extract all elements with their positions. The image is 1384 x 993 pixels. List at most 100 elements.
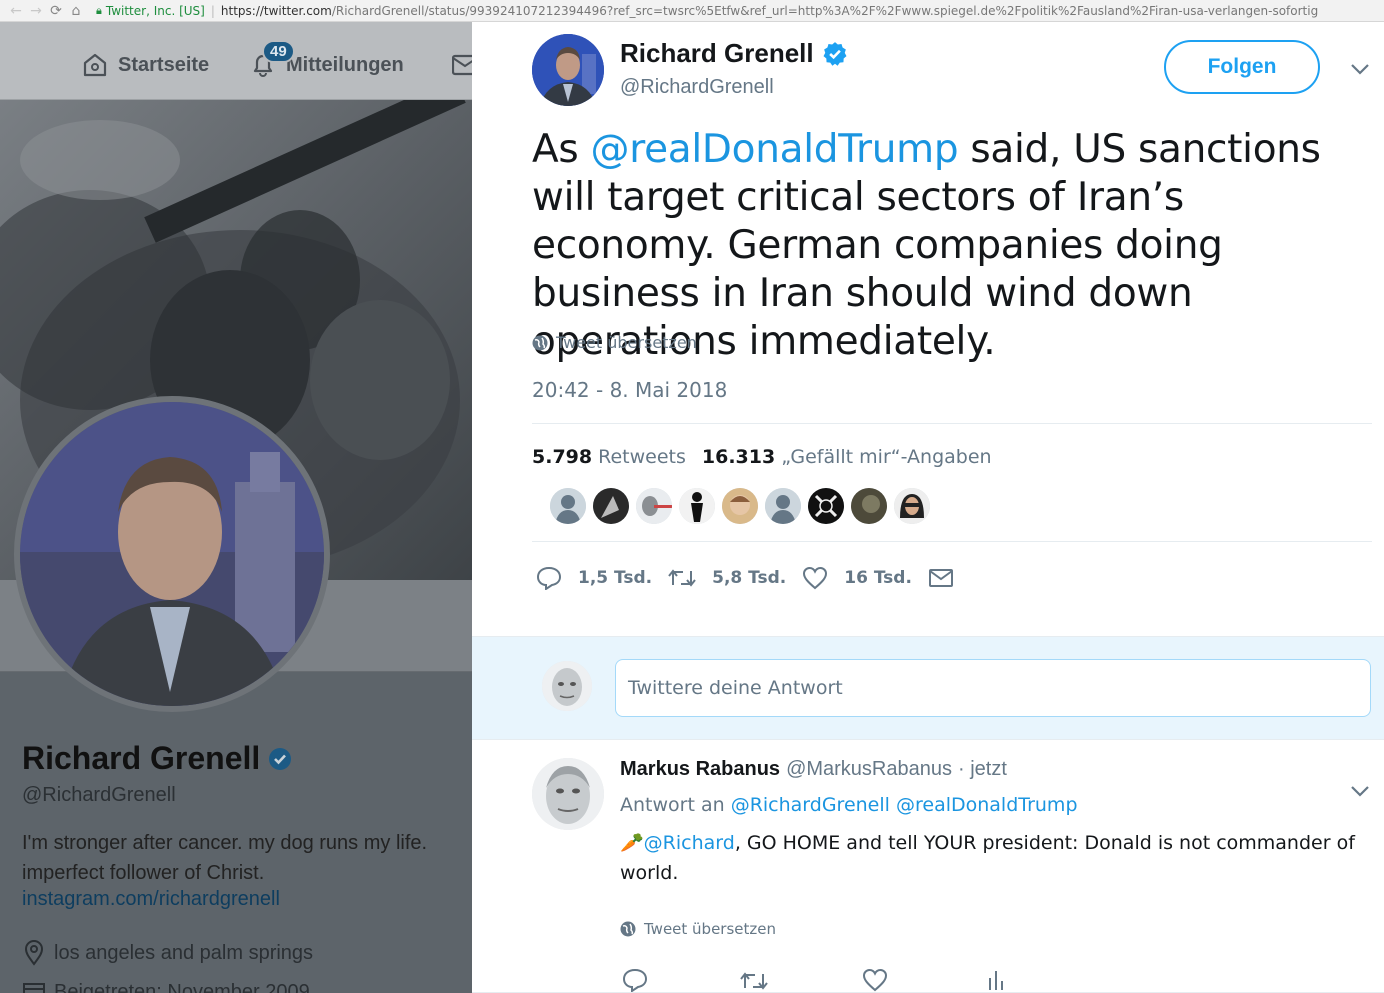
tweet-stats: 5.798 Retweets 16.313 „Gefällt mir“-Angabe… (532, 446, 992, 468)
browser-address-bar[interactable]: ← → ⟳ ⌂ 🔒︎ Twitter, Inc. [US] | https://… (0, 0, 1384, 22)
nav-home[interactable]: Startseite (82, 52, 209, 78)
profile-location: los angeles and palm springs (22, 940, 313, 966)
reply-author-avatar[interactable] (532, 758, 604, 830)
profile-pane: Startseite Mitteilungen 49 Richard Grene… (0, 22, 472, 993)
reply-tweet[interactable]: Markus Rabanus @MarkusRabanus · jetzt An… (472, 740, 1384, 993)
translate-tweet-link[interactable]: Tweet übersetzen (532, 333, 697, 352)
reply-input[interactable]: Twittere deine Antwort (615, 659, 1371, 717)
profile-link[interactable]: instagram.com/richardgrenell (22, 888, 280, 911)
reply-time: · jetzt (958, 758, 1007, 780)
reply-count: 1,5 Tsd. (578, 568, 653, 588)
divider (532, 541, 1372, 542)
nav-home-label: Startseite (118, 53, 210, 76)
current-user-avatar (542, 661, 592, 711)
nav-notifications-label: Mitteilungen (286, 53, 404, 76)
profile-handle: @RichardGrenell (22, 784, 176, 806)
liker-avatar[interactable] (722, 488, 758, 524)
retweet-count: 5,8 Tsd. (712, 568, 787, 588)
reply-icon[interactable] (622, 968, 648, 992)
profile-avatar-photo (20, 402, 324, 706)
reply-translate-link[interactable]: Tweet übersetzen (620, 920, 776, 938)
messages-icon[interactable] (452, 54, 472, 76)
replying-to-mention-1[interactable]: @RichardGrenell (731, 794, 890, 816)
url-path: /RichardGrenell/status/99392410721239449… (331, 3, 1319, 18)
tweet-menu-chevron-icon[interactable] (1350, 62, 1370, 76)
liker-avatar[interactable] (894, 488, 930, 524)
reply-author-name: Markus Rabanus (620, 758, 781, 780)
liker-avatar[interactable] (593, 488, 629, 524)
site-identity: Twitter, Inc. [US] (105, 3, 205, 18)
back-icon[interactable]: ← (6, 3, 26, 19)
location-pin-icon (24, 940, 44, 966)
likes-stat[interactable]: 16.313 „Gefällt mir“-Angaben (702, 446, 992, 468)
retweet-action[interactable]: 5,8 Tsd. (668, 567, 786, 589)
profile-name: Richard Grenell (22, 740, 292, 777)
tweet-text: As @realDonaldTrump said, US sanctions w… (532, 126, 1372, 366)
like-action[interactable]: 16 Tsd. (802, 566, 912, 590)
liker-avatar[interactable] (808, 488, 844, 524)
calendar-icon (23, 983, 45, 993)
profile-avatar[interactable] (14, 396, 330, 712)
tweet-mention[interactable]: @realDonaldTrump (591, 127, 959, 172)
home-icon[interactable]: ⌂ (66, 3, 86, 19)
profile-bio: I'm stronger after cancer. my dog runs m… (22, 832, 428, 884)
lock-icon: 🔒︎ (96, 3, 102, 17)
reply-menu-chevron-icon[interactable] (1350, 784, 1370, 798)
heart-icon (803, 566, 828, 590)
liker-avatar[interactable] (679, 488, 715, 524)
divider (532, 423, 1372, 424)
retweets-label: Retweets (598, 446, 686, 468)
liker-avatar[interactable] (765, 488, 801, 524)
replying-to-mention-2[interactable]: @realDonaldTrump (896, 794, 1078, 816)
tweet-timestamp[interactable]: 20:42 - 8. Mai 2018 (532, 378, 727, 402)
reply-text: 🥕@Richard, GO HOME and tell YOUR preside… (620, 828, 1360, 888)
retweet-icon[interactable] (740, 970, 768, 992)
top-nav: Startseite Mitteilungen 49 (0, 22, 472, 100)
verified-icon (823, 41, 847, 66)
notification-badge: 49 (262, 40, 295, 63)
author-handle[interactable]: @RichardGrenell (620, 76, 774, 99)
home-nav-icon (83, 53, 107, 77)
reply-mention[interactable]: @Richard (644, 832, 735, 854)
retweets-stat[interactable]: 5.798 Retweets (532, 446, 686, 468)
follow-button[interactable]: Folgen (1164, 40, 1320, 94)
globe-icon (620, 921, 636, 937)
translate-label: Tweet übersetzen (556, 333, 697, 352)
like-count: 16 Tsd. (844, 568, 912, 588)
reply-author-handle: @MarkusRabanus (786, 758, 952, 780)
profile-joined-text: Beigetreten: November 2009 (54, 980, 310, 993)
heart-icon[interactable] (862, 968, 888, 992)
tweet-permalink: Richard Grenell @RichardGrenell Folgen A… (472, 22, 1384, 993)
profile-joined: Beigetreten: November 2009 (22, 980, 310, 993)
tweet-text-prefix: As (532, 127, 591, 172)
author-name[interactable]: Richard Grenell (620, 38, 848, 69)
replying-to: Antwort an @RichardGrenell @realDonaldTr… (620, 794, 1078, 816)
author-avatar-photo (532, 34, 604, 106)
liker-avatar[interactable] (636, 488, 672, 524)
analytics-icon[interactable] (986, 968, 1006, 992)
author-name-text: Richard Grenell (620, 38, 814, 68)
url-separator: | (210, 3, 215, 18)
reply-compose: Twittere deine Antwort (472, 636, 1384, 740)
url-host: https://twitter.com (220, 3, 332, 18)
dm-action[interactable] (928, 567, 970, 589)
reply-translate-label: Tweet übersetzen (644, 920, 777, 938)
likes-count: 16.313 (701, 446, 776, 468)
liker-avatar[interactable] (851, 488, 887, 524)
liker-avatar[interactable] (550, 488, 586, 524)
replying-to-label: Antwort an (620, 794, 725, 816)
retweets-count: 5.798 (532, 446, 593, 468)
liker-avatars (550, 488, 937, 524)
url-field[interactable]: https://twitter.com/RichardGrenell/statu… (221, 4, 1318, 18)
verified-icon (269, 747, 292, 770)
author-avatar[interactable] (532, 34, 604, 106)
reply-action[interactable]: 1,5 Tsd. (536, 566, 652, 590)
forward-icon[interactable]: → (26, 3, 46, 19)
profile-location-text: los angeles and palm springs (54, 941, 314, 964)
globe-icon (532, 335, 548, 350)
reload-icon[interactable]: ⟳ (46, 3, 66, 19)
retweet-icon (668, 569, 696, 587)
reply-author-header[interactable]: Markus Rabanus @MarkusRabanus · jetzt (620, 758, 1007, 781)
likes-label: „Gefällt mir“-Angaben (781, 446, 992, 468)
tweet-action-bar: 1,5 Tsd. 5,8 Tsd. 16 Tsd. (536, 566, 986, 590)
